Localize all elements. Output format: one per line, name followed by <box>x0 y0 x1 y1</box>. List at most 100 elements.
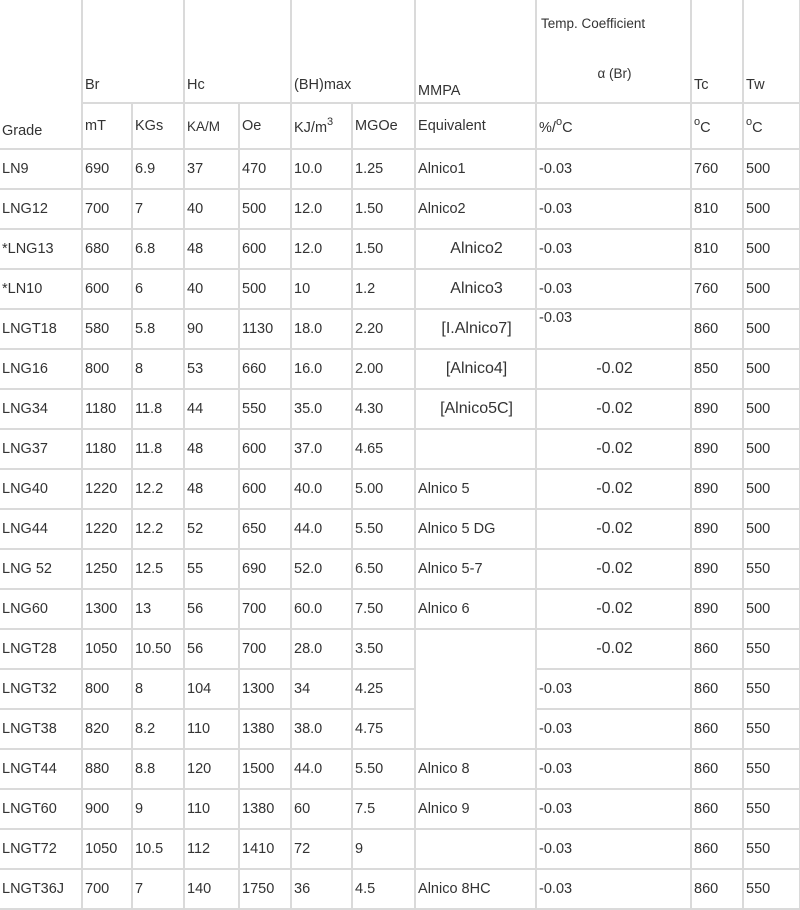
unit-kjm: KJ/m3 <box>291 103 354 150</box>
cell-oe: 700 <box>239 629 293 670</box>
cell-oe: 500 <box>239 269 293 310</box>
cell-grade: LNGT60 <box>0 789 83 830</box>
cell-tc: 860 <box>691 749 745 790</box>
cell-grade: LNGT18 <box>0 309 83 350</box>
cell-mt: 800 <box>82 349 133 390</box>
cell-kgs: 11.8 <box>132 429 185 470</box>
cell-kam: 90 <box>184 309 240 350</box>
cell-kam: 48 <box>184 469 240 510</box>
cell-grade: LNG16 <box>0 349 83 390</box>
table-row: LNG16 800 8 53 660 16.0 2.00 [Alnico4] -0.02 850 5… <box>0 349 800 390</box>
cell-tw: 500 <box>743 149 800 190</box>
cell-grade: LNGT28 <box>0 629 83 670</box>
cell-tw: 550 <box>743 629 800 670</box>
cell-mmpa: Alnico3 <box>415 269 538 310</box>
cell-grade: LNG40 <box>0 469 83 510</box>
cell-kgs: 10.50 <box>132 629 185 670</box>
cell-mmpa: Alnico 8HC <box>415 869 538 910</box>
header-row-1: Grade Br Hc (BH)max MMPA Temp. Coefficie… <box>0 0 800 150</box>
table-row: LNG40 1220 12.2 48 600 40.0 5.00 Alnico 5 -0.02 8… <box>0 469 800 510</box>
cell-tc: 810 <box>691 189 745 230</box>
cell-kjm: 60.0 <box>291 589 354 630</box>
cell-temp-coef: -0.03 <box>536 189 693 230</box>
cell-oe: 650 <box>239 509 293 550</box>
cell-grade: LNG34 <box>0 389 83 430</box>
cell-temp-coef: -0.03 <box>536 789 693 830</box>
cell-grade: LN9 <box>0 149 83 190</box>
cell-kam: 37 <box>184 149 240 190</box>
cell-temp-coef: -0.02 <box>536 589 693 630</box>
cell-mgoe: 4.30 <box>352 389 417 430</box>
cell-kam: 56 <box>184 629 240 670</box>
cell-mt: 700 <box>82 189 133 230</box>
cell-mmpa: Alnico 5-7 <box>415 549 538 590</box>
cell-mmpa: Alnico1 <box>415 149 538 190</box>
cell-mt: 580 <box>82 309 133 350</box>
cell-mt: 680 <box>82 229 133 270</box>
cell-kgs: 12.2 <box>132 509 185 550</box>
cell-mmpa: Alnico2 <box>415 189 538 230</box>
cell-temp-coef: -0.02 <box>536 469 693 510</box>
cell-temp-coef: -0.03 <box>536 709 693 750</box>
header-tc: Tc <box>691 0 745 104</box>
cell-tw: 550 <box>743 709 800 750</box>
cell-mgoe: 3.50 <box>352 629 417 670</box>
unit-kam: KA/M <box>184 103 240 150</box>
unit-equivalent: Equivalent <box>415 103 538 150</box>
header-mmpa-text: MMPA <box>418 83 461 99</box>
header-bhmax: (BH)max <box>291 0 417 104</box>
cell-kam: 48 <box>184 429 240 470</box>
header-mmpa: MMPA <box>415 0 538 104</box>
cell-kjm: 18.0 <box>291 309 354 350</box>
cell-mmpa <box>415 429 538 470</box>
cell-temp-coef: -0.03 <box>536 269 693 310</box>
cell-tw: 500 <box>743 429 800 470</box>
cell-kjm: 44.0 <box>291 509 354 550</box>
cell-mmpa: [Alnico4] <box>415 349 538 390</box>
cell-mgoe: 1.25 <box>352 149 417 190</box>
cell-mmpa <box>415 829 538 870</box>
unit-kgs: KGs <box>132 103 185 150</box>
cell-mt: 1300 <box>82 589 133 630</box>
header-temp-coef: Temp. Coefficient α (Br) <box>536 0 693 104</box>
cell-oe: 600 <box>239 429 293 470</box>
unit-c: C <box>562 120 573 136</box>
cell-kgs: 8 <box>132 669 185 710</box>
cell-kgs: 6.8 <box>132 229 185 270</box>
cell-oe: 550 <box>239 389 293 430</box>
cell-kgs: 5.8 <box>132 309 185 350</box>
header-row-2: mT KGs KA/M Oe KJ/m3 MGOe Equivalent %/o… <box>0 103 800 150</box>
cell-mgoe: 5.50 <box>352 749 417 790</box>
cell-kam: 110 <box>184 709 240 750</box>
cell-tw: 550 <box>743 789 800 830</box>
cell-kjm: 38.0 <box>291 709 354 750</box>
cell-tw: 550 <box>743 869 800 910</box>
cell-oe: 1130 <box>239 309 293 350</box>
cell-mt: 1050 <box>82 829 133 870</box>
cell-tw: 500 <box>743 269 800 310</box>
cell-kjm: 37.0 <box>291 429 354 470</box>
cell-kjm: 16.0 <box>291 349 354 390</box>
table-row: LNG 52 1250 12.5 55 690 52.0 6.50 Alnico 5-7 -0.… <box>0 549 800 590</box>
cell-mt: 820 <box>82 709 133 750</box>
cell-grade: LNGT38 <box>0 709 83 750</box>
header-grade: Grade <box>0 0 83 150</box>
header-alpha-br: α (Br) <box>597 65 632 81</box>
cell-mmpa: [I.Alnico7] <box>415 309 538 350</box>
table-row: LNGT38 820 8.2 110 1380 38.0 4.75 -0.03 860 550 <box>0 709 800 750</box>
cell-tc: 890 <box>691 549 745 590</box>
cell-mgoe: 1.50 <box>352 189 417 230</box>
unit-pct-per-c: %/oC <box>536 103 693 150</box>
cell-kjm: 10.0 <box>291 149 354 190</box>
cell-mgoe: 1.50 <box>352 229 417 270</box>
unit-tw-degc: oC <box>743 103 800 150</box>
cell-mmpa: Alnico 6 <box>415 589 538 630</box>
cell-tw: 500 <box>743 589 800 630</box>
cell-mt: 1180 <box>82 389 133 430</box>
cell-temp-coef: -0.03 <box>536 149 693 190</box>
cell-kgs: 10.5 <box>132 829 185 870</box>
cell-mgoe: 4.25 <box>352 669 417 710</box>
table-row: LNG60 1300 13 56 700 60.0 7.50 Alnico 6 -0.02 890… <box>0 589 800 630</box>
cell-tw: 550 <box>743 829 800 870</box>
table-row: *LN10 600 6 40 500 10 1.2 Alnico3 -0.03 760 500 <box>0 269 800 310</box>
